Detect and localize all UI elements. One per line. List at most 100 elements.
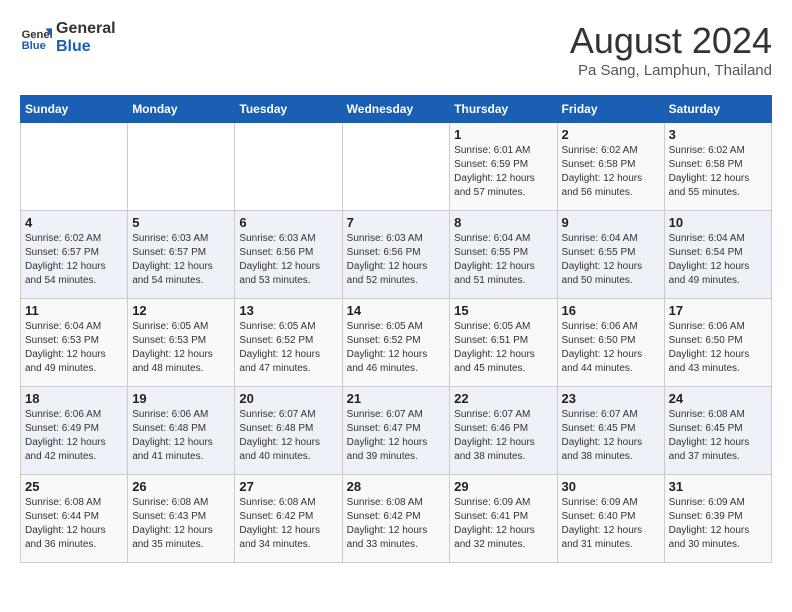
logo: General Blue General Blue <box>20 20 116 55</box>
day-number: 13 <box>239 303 337 318</box>
calendar-week-row: 4Sunrise: 6:02 AM Sunset: 6:57 PM Daylig… <box>21 211 772 299</box>
cell-info-text: Sunrise: 6:09 AM Sunset: 6:40 PM Dayligh… <box>562 496 660 552</box>
day-number: 6 <box>239 215 337 230</box>
logo-general: General <box>56 20 116 38</box>
cell-info-text: Sunrise: 6:08 AM Sunset: 6:42 PM Dayligh… <box>239 496 337 552</box>
cell-info-text: Sunrise: 6:07 AM Sunset: 6:46 PM Dayligh… <box>454 408 552 464</box>
calendar-cell: 10 Sunrise: 6:04 AM Sunset: 6:54 PM Dayli… <box>664 211 771 299</box>
cell-info-text: Sunrise: 6:06 AM Sunset: 6:50 PM Dayligh… <box>562 320 660 376</box>
calendar-cell: 31 Sunrise: 6:09 AM Sunset: 6:39 PM Dayli… <box>664 475 771 563</box>
day-number: 22 <box>454 391 552 406</box>
cell-info-text: Sunrise: 6:07 AM Sunset: 6:45 PM Dayligh… <box>562 408 660 464</box>
cell-info-text: Sunrise: 6:09 AM Sunset: 6:41 PM Dayligh… <box>454 496 552 552</box>
calendar-week-row: 25 Sunrise: 6:08 AM Sunset: 6:44 PM Dayli… <box>21 475 772 563</box>
day-number: 17 <box>669 303 767 318</box>
cell-info-text: Sunrise: 6:02 AM Sunset: 6:58 PM Dayligh… <box>562 144 660 200</box>
cell-info-text: Sunrise: 6:06 AM Sunset: 6:48 PM Dayligh… <box>132 408 230 464</box>
logo-icon: General Blue <box>20 22 52 54</box>
day-number: 10 <box>669 215 767 230</box>
day-number: 11 <box>25 303 123 318</box>
calendar-cell: 19 Sunrise: 6:06 AM Sunset: 6:48 PM Dayli… <box>128 387 235 475</box>
cell-info-text: Sunrise: 6:04 AM Sunset: 6:55 PM Dayligh… <box>454 232 552 288</box>
cell-info-text: Sunrise: 6:02 AM Sunset: 6:57 PM Dayligh… <box>25 232 123 288</box>
cell-info-text: Sunrise: 6:03 AM Sunset: 6:56 PM Dayligh… <box>239 232 337 288</box>
day-number: 29 <box>454 479 552 494</box>
day-number: 5 <box>132 215 230 230</box>
day-number: 31 <box>669 479 767 494</box>
calendar-cell: 18Sunrise: 6:06 AM Sunset: 6:49 PM Dayli… <box>21 387 128 475</box>
day-number: 3 <box>669 127 767 142</box>
calendar-cell: 17 Sunrise: 6:06 AM Sunset: 6:50 PM Dayli… <box>664 299 771 387</box>
cell-info-text: Sunrise: 6:08 AM Sunset: 6:44 PM Dayligh… <box>25 496 123 552</box>
day-number: 1 <box>454 127 552 142</box>
cell-info-text: Sunrise: 6:04 AM Sunset: 6:55 PM Dayligh… <box>562 232 660 288</box>
calendar-cell: 6 Sunrise: 6:03 AM Sunset: 6:56 PM Daylig… <box>235 211 342 299</box>
day-number: 21 <box>347 391 446 406</box>
day-number: 12 <box>132 303 230 318</box>
calendar-week-row: 1 Sunrise: 6:01 AM Sunset: 6:59 PM Daylig… <box>21 123 772 211</box>
day-number: 26 <box>132 479 230 494</box>
calendar-cell: 27 Sunrise: 6:08 AM Sunset: 6:42 PM Dayli… <box>235 475 342 563</box>
day-number: 23 <box>562 391 660 406</box>
calendar-header-day: Sunday <box>21 96 128 123</box>
calendar-cell: 29 Sunrise: 6:09 AM Sunset: 6:41 PM Dayli… <box>450 475 557 563</box>
cell-info-text: Sunrise: 6:08 AM Sunset: 6:45 PM Dayligh… <box>669 408 767 464</box>
title-block: August 2024 Pa Sang, Lamphun, Thailand <box>570 20 772 79</box>
calendar-cell: 8Sunrise: 6:04 AM Sunset: 6:55 PM Daylig… <box>450 211 557 299</box>
day-number: 19 <box>132 391 230 406</box>
calendar-week-row: 11 Sunrise: 6:04 AM Sunset: 6:53 PM Dayli… <box>21 299 772 387</box>
day-number: 28 <box>347 479 446 494</box>
day-number: 27 <box>239 479 337 494</box>
cell-info-text: Sunrise: 6:08 AM Sunset: 6:43 PM Dayligh… <box>132 496 230 552</box>
calendar-cell: 9 Sunrise: 6:04 AM Sunset: 6:55 PM Daylig… <box>557 211 664 299</box>
calendar-cell: 3Sunrise: 6:02 AM Sunset: 6:58 PM Daylig… <box>664 123 771 211</box>
day-number: 7 <box>347 215 446 230</box>
month-year-title: August 2024 <box>570 20 772 62</box>
cell-info-text: Sunrise: 6:06 AM Sunset: 6:50 PM Dayligh… <box>669 320 767 376</box>
calendar-cell: 25 Sunrise: 6:08 AM Sunset: 6:44 PM Dayli… <box>21 475 128 563</box>
cell-info-text: Sunrise: 6:06 AM Sunset: 6:49 PM Dayligh… <box>25 408 123 464</box>
day-number: 24 <box>669 391 767 406</box>
calendar-cell: 20Sunrise: 6:07 AM Sunset: 6:48 PM Dayli… <box>235 387 342 475</box>
day-number: 25 <box>25 479 123 494</box>
calendar-header-day: Thursday <box>450 96 557 123</box>
calendar-cell: 12 Sunrise: 6:05 AM Sunset: 6:53 PM Dayli… <box>128 299 235 387</box>
cell-info-text: Sunrise: 6:01 AM Sunset: 6:59 PM Dayligh… <box>454 144 552 200</box>
cell-info-text: Sunrise: 6:04 AM Sunset: 6:53 PM Dayligh… <box>25 320 123 376</box>
cell-info-text: Sunrise: 6:07 AM Sunset: 6:48 PM Dayligh… <box>239 408 337 464</box>
calendar-cell: 28Sunrise: 6:08 AM Sunset: 6:42 PM Dayli… <box>342 475 450 563</box>
cell-info-text: Sunrise: 6:05 AM Sunset: 6:53 PM Dayligh… <box>132 320 230 376</box>
cell-info-text: Sunrise: 6:09 AM Sunset: 6:39 PM Dayligh… <box>669 496 767 552</box>
cell-info-text: Sunrise: 6:05 AM Sunset: 6:52 PM Dayligh… <box>239 320 337 376</box>
calendar-cell: 1 Sunrise: 6:01 AM Sunset: 6:59 PM Daylig… <box>450 123 557 211</box>
calendar-body: 1 Sunrise: 6:01 AM Sunset: 6:59 PM Daylig… <box>21 123 772 563</box>
calendar-cell: 7Sunrise: 6:03 AM Sunset: 6:56 PM Daylig… <box>342 211 450 299</box>
svg-text:Blue: Blue <box>22 40 46 52</box>
calendar-cell: 11 Sunrise: 6:04 AM Sunset: 6:53 PM Dayli… <box>21 299 128 387</box>
cell-info-text: Sunrise: 6:04 AM Sunset: 6:54 PM Dayligh… <box>669 232 767 288</box>
day-number: 9 <box>562 215 660 230</box>
calendar-cell: 13 Sunrise: 6:05 AM Sunset: 6:52 PM Dayli… <box>235 299 342 387</box>
calendar-cell <box>21 123 128 211</box>
calendar-cell: 2Sunrise: 6:02 AM Sunset: 6:58 PM Daylig… <box>557 123 664 211</box>
calendar-cell <box>342 123 450 211</box>
calendar-table: SundayMondayTuesdayWednesdayThursdayFrid… <box>20 95 772 563</box>
calendar-header-day: Saturday <box>664 96 771 123</box>
cell-info-text: Sunrise: 6:05 AM Sunset: 6:52 PM Dayligh… <box>347 320 446 376</box>
calendar-cell: 22 Sunrise: 6:07 AM Sunset: 6:46 PM Dayli… <box>450 387 557 475</box>
logo-blue: Blue <box>56 38 116 56</box>
calendar-header-day: Wednesday <box>342 96 450 123</box>
calendar-cell: 26 Sunrise: 6:08 AM Sunset: 6:43 PM Dayli… <box>128 475 235 563</box>
calendar-header-day: Friday <box>557 96 664 123</box>
day-number: 16 <box>562 303 660 318</box>
calendar-cell: 5Sunrise: 6:03 AM Sunset: 6:57 PM Daylig… <box>128 211 235 299</box>
cell-info-text: Sunrise: 6:05 AM Sunset: 6:51 PM Dayligh… <box>454 320 552 376</box>
calendar-cell: 16 Sunrise: 6:06 AM Sunset: 6:50 PM Dayli… <box>557 299 664 387</box>
calendar-header-day: Tuesday <box>235 96 342 123</box>
calendar-cell <box>235 123 342 211</box>
calendar-header: SundayMondayTuesdayWednesdayThursdayFrid… <box>21 96 772 123</box>
page-header: General Blue General Blue August 2024 Pa… <box>20 20 772 79</box>
calendar-cell: 23 Sunrise: 6:07 AM Sunset: 6:45 PM Dayli… <box>557 387 664 475</box>
day-number: 14 <box>347 303 446 318</box>
calendar-week-row: 18Sunrise: 6:06 AM Sunset: 6:49 PM Dayli… <box>21 387 772 475</box>
